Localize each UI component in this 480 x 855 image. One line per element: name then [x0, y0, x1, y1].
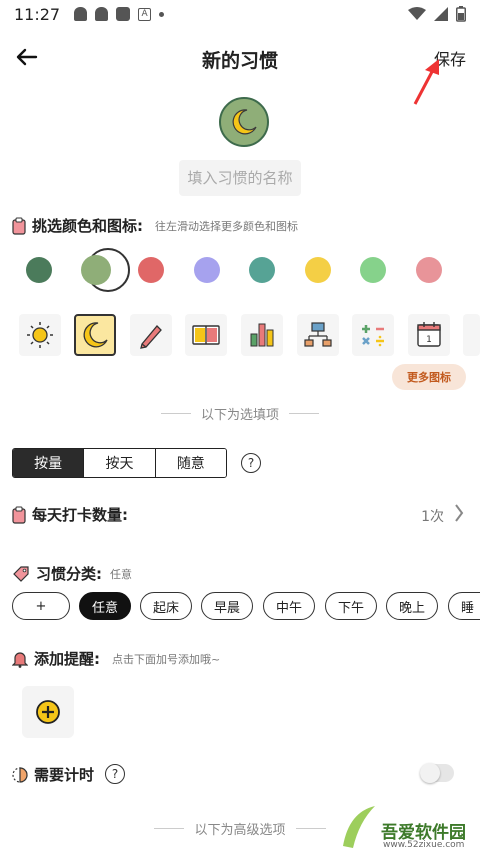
- category-chip-any[interactable]: 任意: [79, 592, 131, 620]
- tab-free[interactable]: 随意: [154, 449, 226, 477]
- category-hint: 任意: [110, 567, 132, 581]
- color-option-7[interactable]: [360, 257, 386, 283]
- category-chip-evening[interactable]: 晚上: [386, 592, 438, 620]
- category-chip-sleep[interactable]: 睡: [448, 592, 480, 620]
- org-chart-icon: [304, 322, 332, 347]
- color-picker-row: [12, 248, 480, 292]
- qq-icon-2: [95, 7, 109, 21]
- status-bar: 11:27 A: [0, 0, 480, 28]
- watermark-url: www.52zixue.com: [383, 840, 465, 850]
- a-notification-icon: A: [138, 7, 152, 21]
- status-time: 11:27: [14, 4, 61, 24]
- daily-count-title: 每天打卡数量:: [32, 506, 128, 524]
- watermark: 吾爱软件园 www.52zixue.com: [339, 800, 474, 855]
- more-icons-button[interactable]: 更多图标: [392, 364, 466, 390]
- calculator-icon: [362, 325, 384, 347]
- tag-icon: [13, 565, 29, 582]
- divider-line-right: [295, 828, 326, 829]
- color-option-1[interactable]: [26, 257, 52, 283]
- annotation-arrow-icon: [413, 59, 439, 105]
- status-system-icons: [408, 6, 466, 22]
- wifi-icon: [408, 7, 426, 20]
- timer-row: 需要计时: [12, 764, 94, 785]
- color-icon-hint: 往左滑动选择更多颜色和图标: [155, 219, 298, 233]
- header: 新的习惯 保存: [0, 40, 480, 80]
- optional-divider-label: 以下为选填项: [200, 408, 279, 423]
- category-title: 习惯分类:: [36, 565, 102, 583]
- timer-toggle[interactable]: [420, 763, 454, 783]
- category-section-header: 习惯分类: 任意: [12, 563, 132, 584]
- optional-divider: 以下为选填项: [0, 404, 480, 423]
- calendar-day-number: 1: [426, 335, 432, 345]
- icon-option-partial[interactable]: [463, 314, 480, 356]
- advanced-divider-label: 以下为高级选项: [194, 823, 286, 838]
- more-notifications-icon: [159, 11, 165, 17]
- habit-name-input[interactable]: [179, 160, 301, 196]
- toggle-knob: [420, 763, 440, 783]
- color-option-8[interactable]: [416, 257, 442, 283]
- color-option-6[interactable]: [305, 257, 331, 283]
- reminder-section-header: 添加提醒: 点击下面加号添加哦~: [12, 648, 220, 669]
- daily-count-value[interactable]: 1次: [421, 506, 444, 526]
- tab-by-day[interactable]: 按天: [83, 449, 155, 477]
- tab-by-amount[interactable]: 按量: [13, 449, 84, 477]
- moon-icon: [83, 322, 108, 348]
- divider-line-left: [154, 828, 185, 829]
- bell-icon: [12, 651, 28, 668]
- mode-help-icon[interactable]: ?: [241, 453, 261, 473]
- category-chip-wakeup[interactable]: 起床: [140, 592, 192, 620]
- qq-icon: [74, 7, 88, 21]
- page-title: 新的习惯: [201, 50, 278, 72]
- plus-circle-icon: [36, 700, 60, 724]
- timer-title: 需要计时: [34, 766, 95, 784]
- divider-line-left: [160, 413, 191, 414]
- icon-option-bar-chart[interactable]: [241, 314, 283, 356]
- icon-option-org-chart[interactable]: [297, 314, 339, 356]
- chevron-right-icon[interactable]: [454, 503, 464, 523]
- color-icon-section-header: 挑选颜色和图标: 往左滑动选择更多颜色和图标: [12, 215, 298, 236]
- color-option-5[interactable]: [249, 257, 275, 283]
- notepad-icon: [12, 506, 26, 524]
- add-category-chip[interactable]: +: [12, 592, 70, 620]
- color-option-2[interactable]: [81, 255, 111, 285]
- bar-chart-icon: [250, 323, 274, 347]
- icon-option-pencil[interactable]: [130, 314, 172, 356]
- app-notification-icon: [116, 7, 131, 21]
- mode-segmented-control: 按量 按天 随意: [12, 448, 227, 478]
- moon-icon: [232, 109, 257, 135]
- status-notification-icons: A: [74, 7, 165, 21]
- calendar-icon: 1: [417, 322, 441, 347]
- icon-option-sun[interactable]: [19, 314, 61, 356]
- reminder-title: 添加提醒:: [34, 650, 100, 668]
- category-chip-afternoon[interactable]: 下午: [325, 592, 377, 620]
- daily-count-row[interactable]: 每天打卡数量:: [12, 504, 128, 525]
- divider-line-right: [289, 413, 319, 414]
- color-icon-title: 挑选颜色和图标:: [32, 217, 143, 235]
- icon-option-calendar[interactable]: 1: [408, 314, 450, 356]
- pencil-icon: [140, 325, 162, 349]
- color-option-3[interactable]: [138, 257, 164, 283]
- habit-avatar[interactable]: [219, 97, 269, 147]
- category-chip-noon[interactable]: 中午: [263, 592, 315, 620]
- icon-option-calculator[interactable]: [352, 314, 394, 356]
- notepad-icon: [12, 217, 26, 235]
- category-chips-row: + 任意 起床 早晨 中午 下午 晚上 睡: [12, 592, 480, 622]
- add-reminder-button[interactable]: [22, 686, 74, 738]
- icon-picker-row: 1: [0, 314, 480, 358]
- icon-option-book[interactable]: [185, 314, 227, 356]
- half-circle-timer-icon: [12, 766, 28, 783]
- timer-help-icon[interactable]: ?: [105, 764, 125, 784]
- category-chip-morning[interactable]: 早晨: [201, 592, 253, 620]
- reminder-hint: 点击下面加号添加哦~: [112, 652, 221, 666]
- icon-option-moon[interactable]: [74, 314, 116, 356]
- signal-icon: [434, 7, 448, 21]
- sun-icon: [27, 322, 53, 348]
- book-icon: [192, 325, 220, 345]
- watermark-logo-icon: [343, 806, 375, 848]
- battery-icon: [456, 6, 466, 22]
- color-option-4[interactable]: [194, 257, 220, 283]
